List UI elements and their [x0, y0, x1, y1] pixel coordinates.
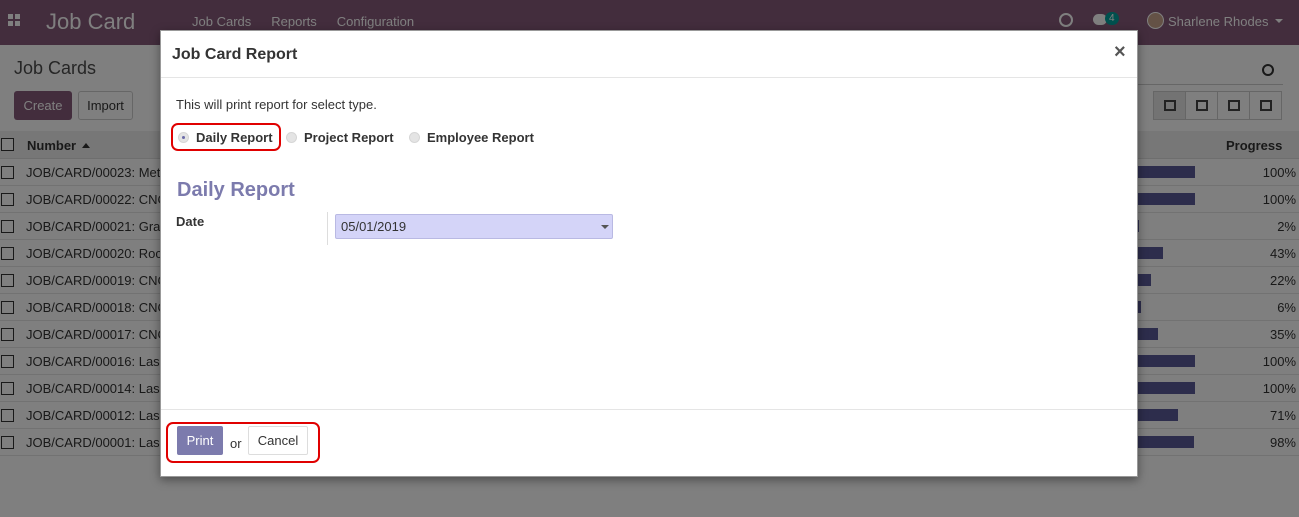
radio-project-report[interactable]: Project Report	[286, 128, 394, 146]
date-label: Date	[176, 214, 205, 229]
close-icon[interactable]: ×	[1114, 41, 1126, 64]
or-text: or	[230, 436, 242, 451]
radio-daily-report[interactable]: Daily Report	[178, 128, 273, 146]
job-card-report-dialog: Job Card Report × This will print report…	[160, 30, 1138, 477]
radio-label-daily[interactable]: Daily Report	[196, 130, 273, 145]
caret-down-icon[interactable]	[601, 225, 609, 229]
date-field[interactable]: 05/01/2019	[335, 214, 613, 239]
print-button[interactable]: Print	[177, 426, 223, 455]
radio-label-employee[interactable]: Employee Report	[427, 130, 534, 145]
section-title: Daily Report	[177, 179, 295, 201]
radio-employee-report[interactable]: Employee Report	[409, 128, 534, 146]
field-divider	[327, 212, 328, 245]
radio-label-project[interactable]: Project Report	[304, 130, 394, 145]
radio-checked-icon[interactable]	[178, 131, 189, 143]
radio-unchecked-icon[interactable]	[409, 131, 420, 143]
radio-unchecked-icon[interactable]	[286, 131, 297, 143]
intro-text: This will print report for select type.	[176, 97, 377, 112]
modal-title: Job Card Report	[172, 46, 298, 63]
modal-header: Job Card Report ×	[161, 31, 1137, 78]
cancel-button[interactable]: Cancel	[248, 426, 308, 455]
